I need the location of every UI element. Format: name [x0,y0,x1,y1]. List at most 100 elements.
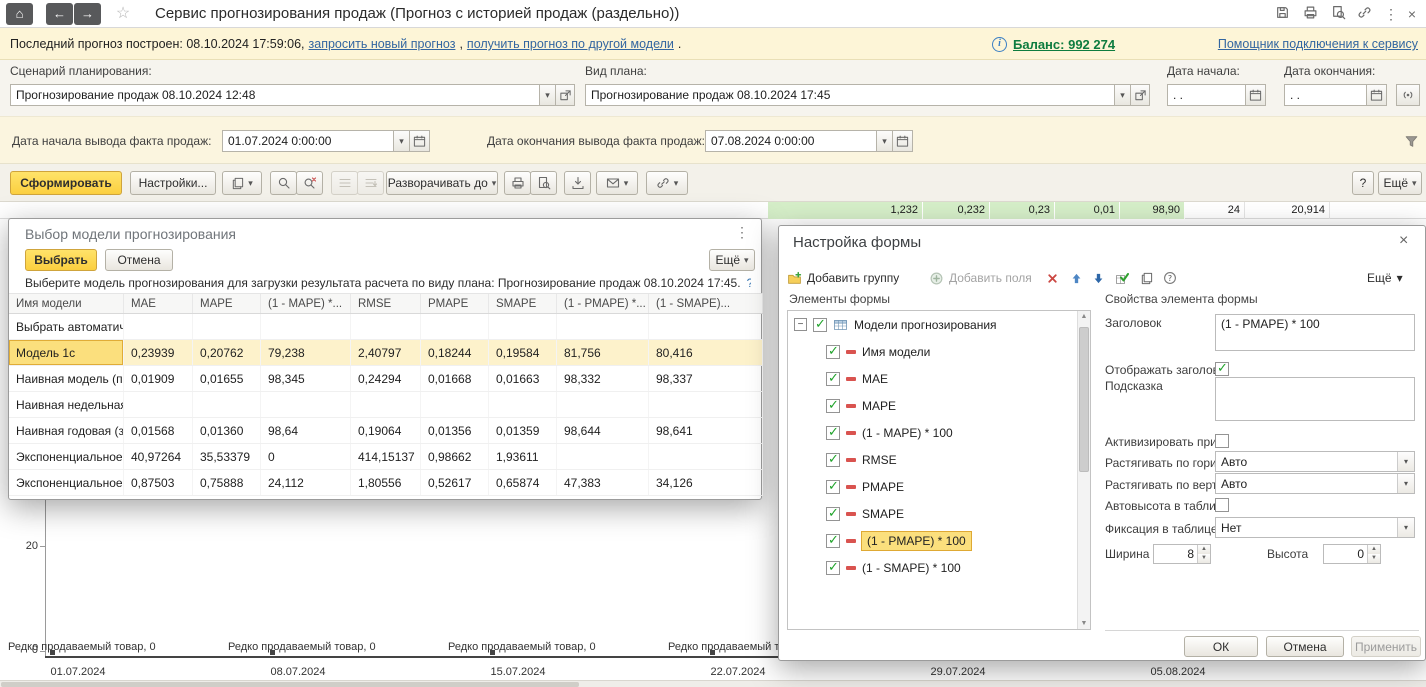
model-value-cell[interactable] [351,314,421,339]
scrollbar-thumb[interactable] [1079,327,1089,472]
model-value-cell[interactable]: 0,24294 [351,366,421,391]
model-value-cell[interactable]: 1,93611 [489,444,557,469]
model-name-cell[interactable]: Наивная недельная... [9,392,124,417]
plan-dropdown-button[interactable]: ▾ [1114,84,1131,106]
home-button[interactable]: ⌂ [6,3,33,25]
service-assistant-link[interactable]: Помощник подключения к сервису [1218,37,1418,51]
model-value-cell[interactable] [421,314,489,339]
cancel-search-button[interactable] [296,171,323,195]
dialog-more-button[interactable]: Ещё ▾ [709,249,755,271]
spin-up-icon[interactable]: ▲ [1368,545,1380,554]
height-stepper[interactable]: 0 ▲▼ [1323,544,1381,564]
model-table-row[interactable]: Выбрать автоматич... [9,314,763,340]
model-value-cell[interactable] [124,392,193,417]
model-name-cell[interactable]: Экспоненциальное ... [9,444,124,469]
forward-button[interactable]: → [74,3,101,25]
plan-field[interactable]: Прогнозирование продаж 08.10.2024 17:45 [585,84,1115,106]
move-down-button[interactable] [1087,267,1109,289]
model-column-header[interactable]: (1 - PMAPE) *... [557,294,649,313]
model-value-cell[interactable] [557,314,649,339]
copy-element-button[interactable] [1135,267,1157,289]
model-value-cell[interactable]: 0,01356 [421,418,489,443]
property-select[interactable]: Авто▾ [1215,473,1415,494]
model-value-cell[interactable] [193,314,261,339]
model-table-row[interactable]: Наивная недельная... [9,392,763,418]
date-end-field[interactable]: . . [1284,84,1367,106]
model-value-cell[interactable]: 98,332 [557,366,649,391]
date-end-calendar-button[interactable] [1366,84,1387,106]
model-value-cell[interactable]: 34,126 [649,470,763,495]
close-window-button[interactable]: × [1404,5,1420,23]
tree-item[interactable]: (1 - SMAPE) * 100 [788,554,1090,581]
model-table-row[interactable]: Экспоненциальное ...40,9726435,533790414… [9,444,763,470]
collapse-rows-button[interactable] [331,171,358,195]
model-table-row[interactable]: Наивная модель (п...0,019090,0165598,345… [9,366,763,392]
cancel-button[interactable]: Отмена [105,249,173,271]
model-value-cell[interactable] [421,392,489,417]
model-column-header[interactable]: MAE [124,294,193,313]
send-email-split-button[interactable]: ▾ [596,171,638,195]
model-column-header[interactable]: PMAPE [421,294,489,313]
fact-end-dropdown-button[interactable]: ▾ [876,130,893,152]
generate-button[interactable]: Сформировать [10,171,122,195]
model-value-cell[interactable]: 40,97264 [124,444,193,469]
model-value-cell[interactable]: 0,01568 [124,418,193,443]
model-value-cell[interactable]: 80,416 [649,340,763,365]
checkbox-checked-icon[interactable] [826,480,840,494]
close-dialog-button[interactable]: × [1399,233,1408,249]
checkbox-checked-icon[interactable] [826,534,840,548]
model-value-cell[interactable] [489,314,557,339]
spin-up-icon[interactable]: ▲ [1198,545,1210,554]
checkbox-checked-icon[interactable] [826,426,840,440]
get-link-button[interactable] [1354,5,1374,23]
request-new-forecast-link[interactable]: запросить новый прогноз [309,37,456,51]
model-value-cell[interactable]: 24,112 [261,470,351,495]
width-stepper[interactable]: 8 ▲▼ [1153,544,1211,564]
model-name-cell[interactable]: Выбрать автоматич... [9,314,124,339]
save-button[interactable] [1272,5,1292,23]
print-preview-button[interactable] [530,171,557,195]
model-value-cell[interactable]: 0,01663 [489,366,557,391]
tree-item[interactable]: RMSE [788,446,1090,473]
dialog-more-button[interactable]: Ещё ▾ [1367,266,1403,290]
model-value-cell[interactable]: 2,40797 [351,340,421,365]
model-value-cell[interactable]: 0,19584 [489,340,557,365]
property-input[interactable] [1215,314,1415,351]
back-button[interactable]: ← [46,3,73,25]
model-value-cell[interactable]: 0 [261,444,351,469]
property-select[interactable]: Нет▾ [1215,517,1415,538]
model-name-cell[interactable]: Экспоненциальное ... [9,470,124,495]
copy-split-button[interactable]: ▾ [222,171,262,195]
tree-item[interactable]: (1 - PMAPE) * 100 [788,527,1090,554]
model-value-cell[interactable] [261,314,351,339]
chevron-down-icon[interactable]: ▾ [1397,518,1414,537]
model-value-cell[interactable]: 0,01360 [193,418,261,443]
scrollbar-thumb[interactable] [1,682,579,687]
checkbox-checked-icon[interactable] [826,561,840,575]
model-value-cell[interactable] [557,392,649,417]
property-select[interactable]: Авто▾ [1215,451,1415,472]
model-name-cell[interactable]: Наивная годовая (з... [9,418,124,443]
fact-end-calendar-button[interactable] [892,130,913,152]
model-value-cell[interactable]: 98,345 [261,366,351,391]
model-column-header[interactable]: MAPE [193,294,261,313]
model-value-cell[interactable]: 79,238 [261,340,351,365]
spin-down-icon[interactable]: ▼ [1198,554,1210,563]
tree-item[interactable]: SMAPE [788,500,1090,527]
select-button[interactable]: Выбрать [25,249,97,271]
tree-item[interactable]: (1 - MAPE) * 100 [788,419,1090,446]
model-value-cell[interactable]: 0,98662 [421,444,489,469]
help-icon[interactable]: ? [747,276,751,290]
scenario-open-button[interactable] [555,84,575,106]
model-value-cell[interactable]: 98,641 [649,418,763,443]
link-split-button[interactable]: ▾ [646,171,688,195]
model-column-header[interactable]: (1 - SMAPE)... [649,294,763,313]
model-value-cell[interactable]: 81,756 [557,340,649,365]
ok-button[interactable]: ОК [1184,636,1258,657]
tree-root-checkbox[interactable] [813,318,827,332]
find-button[interactable] [1328,5,1348,23]
delete-element-button[interactable] [1041,267,1063,289]
download-button[interactable] [564,171,591,195]
model-value-cell[interactable] [649,444,763,469]
model-value-cell[interactable]: 0,65874 [489,470,557,495]
